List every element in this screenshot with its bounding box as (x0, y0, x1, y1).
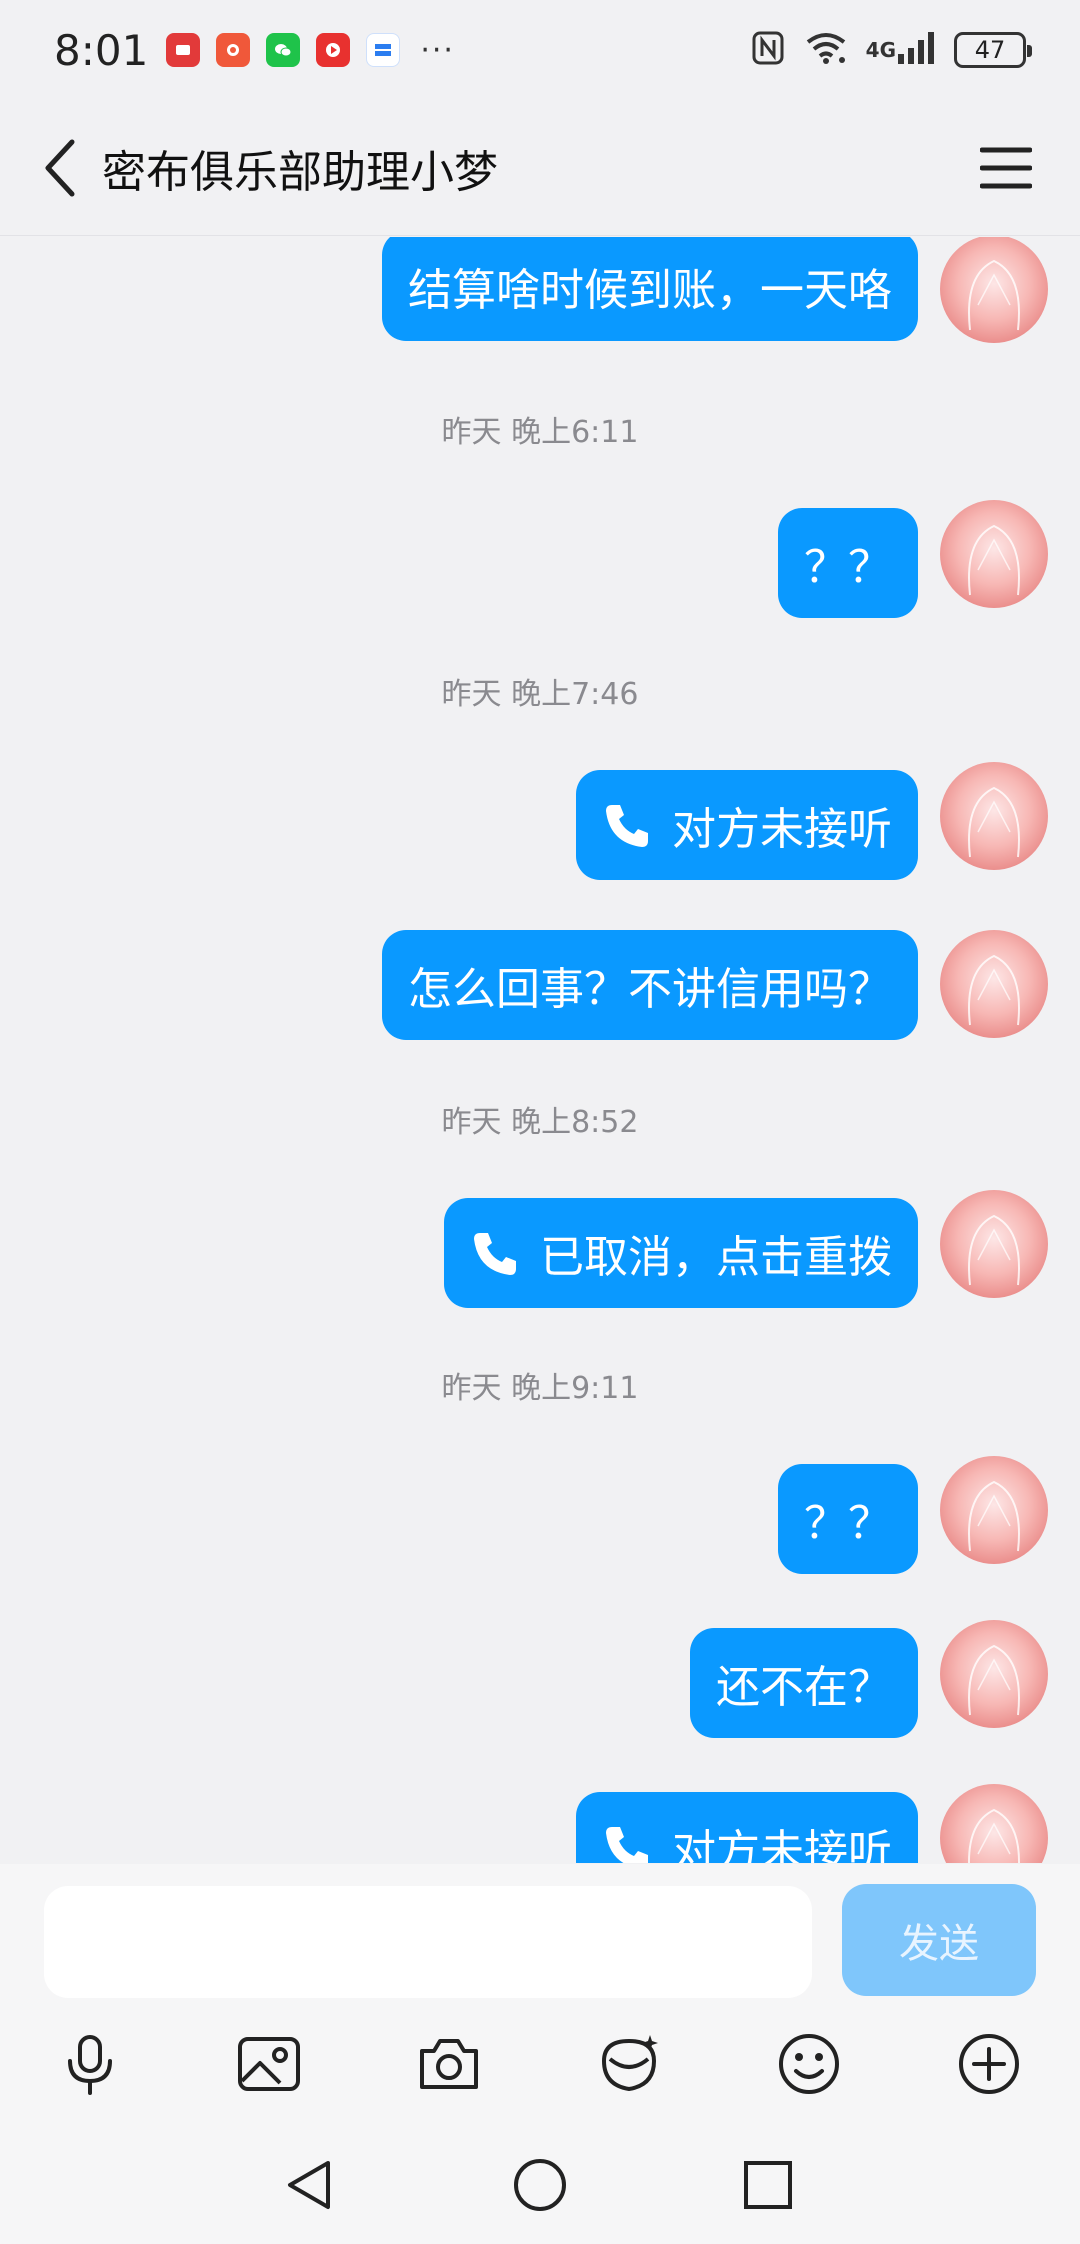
image-button[interactable] (229, 2024, 309, 2104)
nav-back-button[interactable] (275, 2150, 345, 2220)
timestamp: 昨天 晚上8:52 (441, 1105, 639, 1140)
message-row: 对方未接听 (0, 1784, 1080, 1863)
huawei-app-icon (166, 33, 201, 67)
red-packet-button[interactable] (589, 2024, 669, 2104)
chat-header: 密布俱乐部助理小梦 (0, 100, 1080, 236)
message-text: 对方未接听 (672, 1826, 892, 1863)
red-packet-icon (601, 2035, 658, 2092)
message-list[interactable]: 结算啥时候到账，一天咯 昨天 晚上6:11 ？？ 昨天 晚上7:46 对方未接听… (0, 237, 1080, 1863)
voice-button[interactable] (50, 2024, 130, 2104)
message-text: 怎么回事？不讲信用吗？ (408, 964, 892, 1015)
message-text: 对方未接听 (672, 804, 892, 855)
timestamp: 昨天 晚上9:11 (441, 1371, 639, 1406)
message-text: 结算啥时候到账，一天咯 (408, 265, 892, 316)
message-row: ？？ (0, 1456, 1080, 1574)
camera-icon (420, 2039, 478, 2089)
message-bubble[interactable]: 结算啥时候到账，一天咯 (382, 237, 918, 341)
call-bubble[interactable]: 对方未接听 (576, 1792, 918, 1863)
message-text: ？？ (804, 542, 892, 593)
live-app-icon (366, 33, 401, 67)
message-row: 已取消，点击重拨 (0, 1190, 1080, 1308)
hamburger-icon (980, 147, 1032, 188)
status-time: 8:01 (54, 25, 149, 75)
message-bubble[interactable]: ？？ (778, 508, 918, 618)
page-title: 密布俱乐部助理小梦 (102, 146, 498, 198)
call-bubble[interactable]: 已取消，点击重拨 (444, 1198, 918, 1308)
more-button[interactable] (949, 2024, 1029, 2104)
nav-home-button[interactable] (505, 2150, 575, 2220)
microphone-icon (68, 2035, 112, 2095)
camera-button[interactable] (409, 2024, 489, 2104)
image-icon (238, 2037, 300, 2091)
square-recents-icon (744, 2161, 792, 2209)
video-app-icon (316, 33, 351, 67)
network-type: 4G (865, 38, 896, 62)
avatar[interactable] (940, 930, 1048, 1038)
message-input[interactable] (44, 1886, 812, 1998)
wifi-icon (804, 30, 848, 70)
phone-icon (606, 805, 648, 847)
status-more: ··· (420, 32, 455, 68)
nfc-icon (750, 30, 786, 70)
plus-icon (959, 2034, 1019, 2094)
triangle-back-icon (288, 2161, 330, 2209)
circle-home-icon (514, 2159, 566, 2211)
status-bar: 8:01 ··· 4G 47 (0, 0, 1080, 100)
message-bubble[interactable]: ？？ (778, 1464, 918, 1574)
avatar[interactable] (940, 1456, 1048, 1564)
phone-icon (474, 1233, 516, 1275)
emoji-button[interactable] (769, 2024, 849, 2104)
menu-button[interactable] (976, 138, 1036, 198)
wechat-icon (266, 33, 301, 67)
phone-icon (606, 1827, 648, 1863)
timestamp: 昨天 晚上6:11 (441, 415, 639, 450)
back-button[interactable] (30, 128, 94, 208)
call-bubble[interactable]: 对方未接听 (576, 770, 918, 880)
emoji-icon (779, 2034, 839, 2094)
flower-app-icon (216, 33, 251, 67)
send-button[interactable]: 发送 (842, 1884, 1036, 1996)
message-bubble[interactable]: 还不在？ (690, 1628, 918, 1738)
avatar[interactable] (940, 500, 1048, 608)
avatar[interactable] (940, 1784, 1048, 1863)
avatar[interactable] (940, 762, 1048, 870)
battery-icon: 47 (954, 32, 1032, 68)
avatar[interactable] (940, 1190, 1048, 1298)
nav-recents-button[interactable] (733, 2150, 803, 2220)
message-row: 还不在？ (0, 1620, 1080, 1738)
timestamp: 昨天 晚上7:46 (441, 677, 639, 712)
signal-icon (896, 30, 936, 70)
message-row: 对方未接听 (0, 762, 1080, 880)
system-nav-bar (0, 2120, 1080, 2244)
avatar[interactable] (940, 1620, 1048, 1728)
message-text: 还不在？ (716, 1662, 892, 1713)
message-row: 结算啥时候到账，一天咯 (0, 237, 1080, 353)
message-text: ？？ (804, 1498, 892, 1549)
message-row: 怎么回事？不讲信用吗？ (0, 930, 1080, 1044)
message-row: ？？ (0, 500, 1080, 618)
message-text: 已取消，点击重拨 (540, 1232, 892, 1283)
chevron-left-icon (45, 139, 75, 196)
message-bubble[interactable]: 怎么回事？不讲信用吗？ (382, 930, 918, 1040)
avatar[interactable] (940, 237, 1048, 343)
